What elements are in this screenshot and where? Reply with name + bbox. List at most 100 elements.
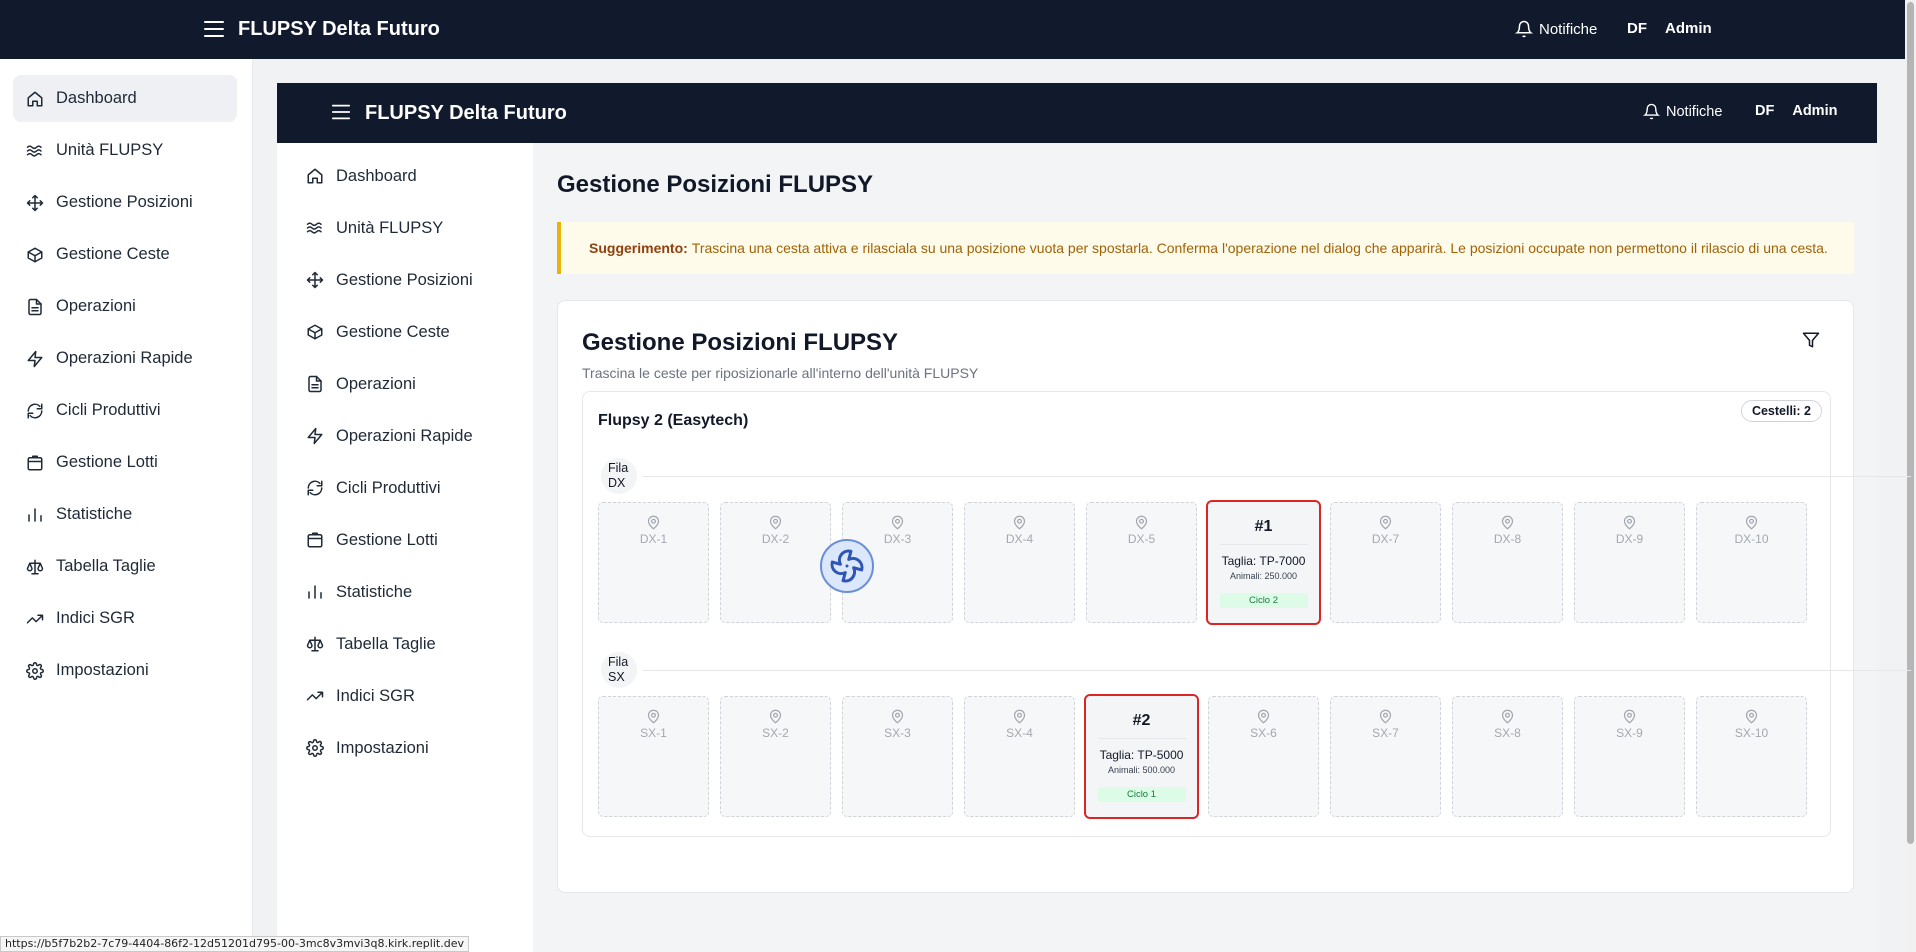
scale-icon: [26, 558, 44, 576]
map-pin-icon: [1623, 709, 1636, 724]
basket-animals: Animali: 250.000: [1229, 571, 1298, 581]
position-slot[interactable]: SX-10: [1696, 696, 1807, 817]
basket-card[interactable]: #1 Taglia: TP-7000 Animali: 250.000 Ciclo 2: [1206, 500, 1321, 625]
sidebar-item-label: Operazioni: [56, 297, 136, 315]
sidebar-item-unita-flupsy[interactable]: Unità FLUPSY: [293, 206, 523, 250]
sidebar-item-indici-sgr[interactable]: Indici SGR: [293, 674, 523, 718]
sidebar-item-dashboard[interactable]: Dashboard: [293, 154, 523, 198]
sidebar-item-label: Unità FLUPSY: [336, 218, 444, 237]
sidebar-item-gestione-posizioni[interactable]: Gestione Posizioni: [13, 179, 237, 226]
position-label: DX-8: [1493, 532, 1522, 546]
home-icon: [26, 90, 44, 108]
position-slot[interactable]: SX-8: [1452, 696, 1563, 817]
sidebar-item-label: Dashboard: [336, 166, 417, 185]
sidebar-item-statistiche[interactable]: Statistiche: [293, 570, 523, 614]
map-pin-icon: [1379, 709, 1392, 724]
sidebar-item-label: Operazioni: [336, 374, 416, 393]
position-slot[interactable]: DX-2: [720, 502, 831, 623]
menu-icon[interactable]: [202, 18, 226, 40]
position-slot[interactable]: SX-9: [1574, 696, 1685, 817]
assistant-button[interactable]: [820, 539, 874, 593]
sidebar-item-gestione-lotti[interactable]: Gestione Lotti: [13, 439, 237, 486]
basket-size: Taglia: TP-5000: [1100, 748, 1184, 762]
notifications-button[interactable]: Notifiche: [1643, 103, 1722, 120]
user-menu[interactable]: DF Admin: [1755, 103, 1837, 119]
move-icon: [26, 194, 44, 212]
position-slot[interactable]: DX-5: [1086, 502, 1197, 623]
basket-size: Taglia: TP-7000: [1222, 554, 1306, 568]
map-pin-icon: [1501, 709, 1514, 724]
filter-icon[interactable]: [1802, 331, 1822, 351]
position-slot[interactable]: SX-2: [720, 696, 831, 817]
bar-chart-icon: [306, 583, 324, 601]
notifications-button[interactable]: Notifiche: [1515, 20, 1597, 38]
position-slot[interactable]: DX-8: [1452, 502, 1563, 623]
sidebar-item-impostazioni[interactable]: Impostazioni: [13, 647, 237, 694]
home-icon: [306, 167, 324, 185]
sidebar-item-impostazioni[interactable]: Impostazioni: [293, 726, 523, 770]
sidebar-item-label: Operazioni Rapide: [336, 426, 473, 445]
sidebar-item-cicli-produttivi[interactable]: Cicli Produttivi: [293, 466, 523, 510]
sidebar-item-cicli-produttivi[interactable]: Cicli Produttivi: [13, 387, 237, 434]
position-label: SX-2: [762, 726, 789, 740]
refresh-icon: [306, 479, 324, 497]
position-label: SX-9: [1616, 726, 1643, 740]
menu-icon[interactable]: [330, 102, 352, 122]
sidebar-item-gestione-lotti[interactable]: Gestione Lotti: [293, 518, 523, 562]
scrollbar-thumb[interactable]: [1907, 2, 1914, 844]
position-slot[interactable]: SX-4: [964, 696, 1075, 817]
sidebar-item-gestione-ceste[interactable]: Gestione Ceste: [13, 231, 237, 278]
position-label: DX-10: [1734, 532, 1769, 546]
size-label: Taglia:: [1221, 554, 1257, 568]
position-slot[interactable]: SX-6: [1208, 696, 1319, 817]
sidebar-item-gestione-ceste[interactable]: Gestione Ceste: [293, 310, 523, 354]
notifications-label: Notifiche: [1666, 103, 1723, 120]
sidebar-item-label: Gestione Ceste: [56, 245, 170, 263]
user-menu[interactable]: DF Admin: [1627, 20, 1712, 37]
position-slot[interactable]: DX-1: [598, 502, 709, 623]
sidebar-item-operazioni[interactable]: Operazioni: [293, 362, 523, 406]
map-pin-icon: [1623, 515, 1636, 530]
divider: [1097, 738, 1186, 739]
position-label: DX-7: [1371, 532, 1400, 546]
sidebar-item-label: Unità FLUPSY: [56, 141, 164, 159]
embedded-app: FLUPSY Delta Futuro Notifiche DF Admin D…: [277, 83, 1911, 952]
map-pin-icon: [1013, 709, 1026, 724]
package-icon: [306, 531, 324, 549]
app-title: FLUPSY Delta Futuro: [238, 18, 440, 40]
position-slot[interactable]: DX-7: [1330, 502, 1441, 623]
sidebar-item-tabella-taglie[interactable]: Tabella Taglie: [13, 543, 237, 590]
map-pin-icon: [769, 709, 782, 724]
hint-text: Trascina una cesta attiva e rilasciala s…: [691, 240, 1828, 256]
basket-number: #2: [1132, 712, 1151, 729]
sidebar-item-dashboard[interactable]: Dashboard: [13, 75, 237, 122]
sidebar-item-gestione-posizioni[interactable]: Gestione Posizioni: [293, 258, 523, 302]
position-slot[interactable]: DX-10: [1696, 502, 1807, 623]
sidebar-item-indici-sgr[interactable]: Indici SGR: [13, 595, 237, 642]
cycle-badge: Ciclo 2: [1219, 593, 1308, 608]
map-pin-icon: [647, 709, 660, 724]
row-label: Fila DX: [601, 458, 637, 494]
position-label: SX-10: [1734, 726, 1769, 740]
sidebar-item-unita-flupsy[interactable]: Unità FLUPSY: [13, 127, 237, 174]
position-slot[interactable]: DX-4: [964, 502, 1075, 623]
card-title: Gestione Posizioni FLUPSY: [582, 329, 899, 356]
row-divider: [643, 670, 1911, 671]
position-label: SX-8: [1494, 726, 1521, 740]
basket-card[interactable]: #2 Taglia: TP-5000 Animali: 500.000 Ciclo 1: [1084, 694, 1199, 819]
sidebar-item-label: Statistiche: [56, 505, 133, 523]
position-slot[interactable]: DX-9: [1574, 502, 1685, 623]
position-slot[interactable]: SX-3: [842, 696, 953, 817]
sidebar-item-statistiche[interactable]: Statistiche: [13, 491, 237, 538]
position-slot[interactable]: SX-1: [598, 696, 709, 817]
map-pin-icon: [769, 515, 782, 530]
position-slot[interactable]: SX-7: [1330, 696, 1441, 817]
sidebar-item-operazioni-rapide[interactable]: Operazioni Rapide: [293, 414, 523, 458]
sidebar-item-operazioni[interactable]: Operazioni: [13, 283, 237, 330]
sidebar-item-operazioni-rapide[interactable]: Operazioni Rapide: [13, 335, 237, 382]
sidebar-item-label: Cicli Produttivi: [56, 401, 161, 419]
map-pin-icon: [1745, 515, 1758, 530]
sidebar-item-tabella-taglie[interactable]: Tabella Taglie: [293, 622, 523, 666]
sidebar-item-label: Impostazioni: [336, 738, 429, 757]
divider: [1219, 544, 1308, 545]
